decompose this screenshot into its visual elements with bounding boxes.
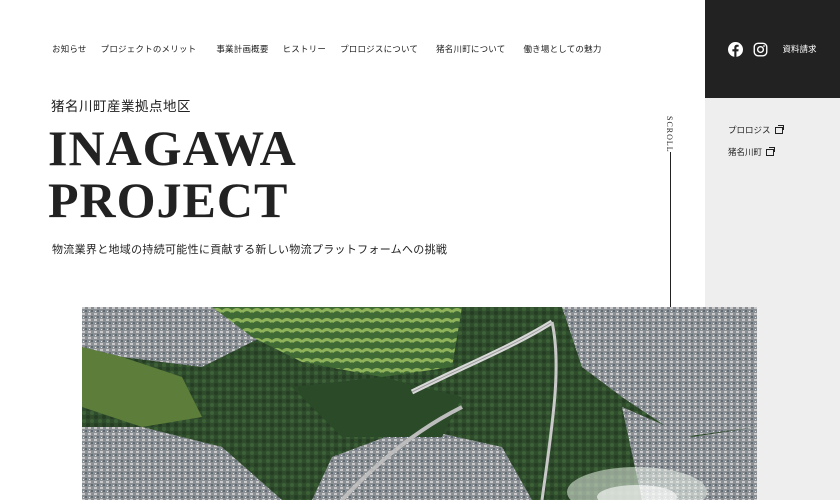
nav-history[interactable]: ヒストリー [283, 43, 327, 55]
document-request-button[interactable]: 資料請求 [782, 43, 816, 55]
nav-project-merits[interactable]: プロジェクトのメリット [101, 43, 197, 55]
hero-subtitle: 猪名川町産業拠点地区 [51, 99, 191, 115]
side-link-prologis[interactable]: プロロジス [728, 124, 784, 136]
global-nav: お知らせ プロジェクトのメリット 事業計画概要 ヒストリー プロロジスについて … [52, 43, 602, 55]
external-window-icon [774, 124, 784, 134]
nav-about-inagawa[interactable]: 猪名川町について [436, 43, 505, 55]
nav-news[interactable]: お知らせ [52, 43, 87, 55]
nav-about-prologis[interactable]: プロロジスについて [340, 43, 418, 55]
external-window-icon [766, 146, 776, 156]
side-link-label: 猪名川町 [728, 148, 763, 158]
hero-title: INAGAWA PROJECT [48, 122, 297, 226]
side-link-inagawa[interactable]: 猪名川町 [728, 146, 776, 158]
aerial-photo [82, 307, 757, 500]
hero-title-line2: PROJECT [48, 172, 289, 228]
hero-title-line1: INAGAWA [48, 120, 297, 176]
side-link-label: プロロジス [728, 126, 771, 136]
header-actions: 資料請求 [705, 0, 840, 98]
instagram-icon[interactable] [753, 42, 768, 57]
nav-business-plan[interactable]: 事業計画概要 [216, 43, 268, 55]
nav-workplace-appeal[interactable]: 働き場としての魅力 [523, 43, 601, 55]
scroll-indicator[interactable]: SCROLL [665, 116, 674, 153]
facebook-icon[interactable] [728, 41, 744, 57]
scroll-line [670, 152, 671, 322]
hero-tagline: 物流業界と地域の持続可能性に貢献する新しい物流プラットフォームへの挑戦 [52, 243, 448, 256]
